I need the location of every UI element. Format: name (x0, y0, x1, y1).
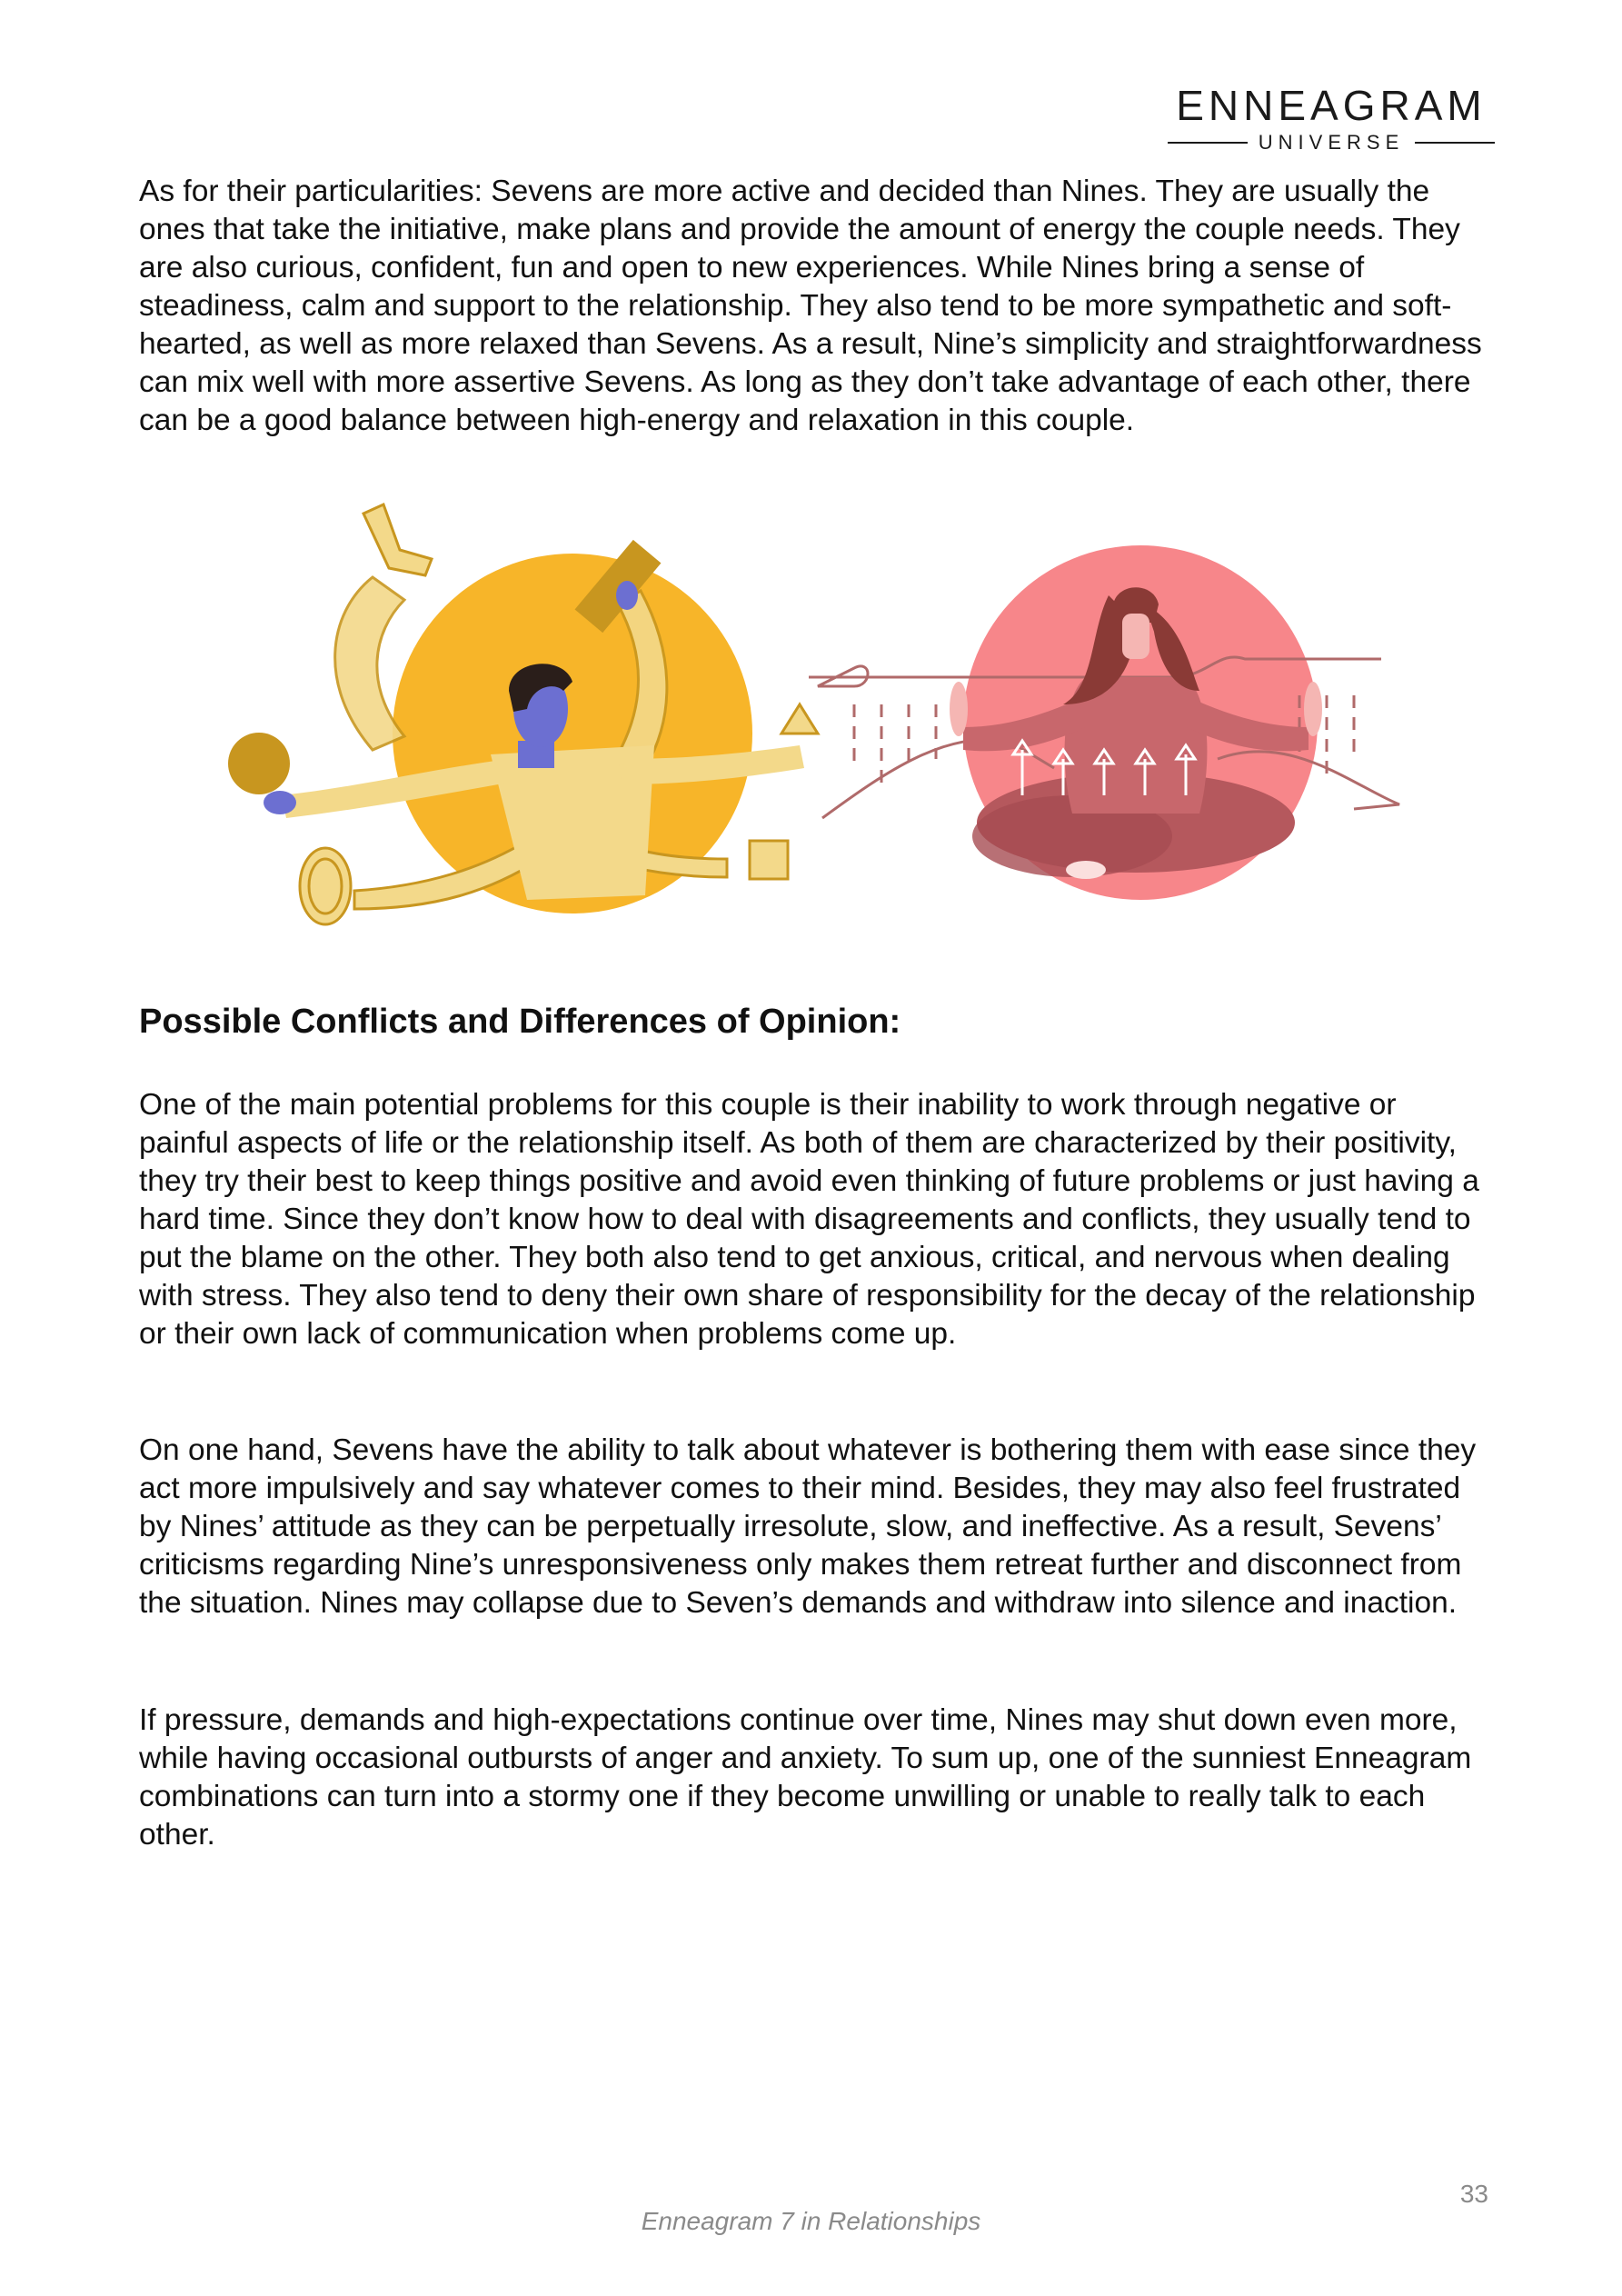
paragraph-pressure-summary: If pressure, demands and high-expectatio… (139, 1703, 1472, 1852)
logo-subtitle-row: UNIVERSE (1168, 131, 1496, 155)
page-number: 33 (1459, 2180, 1488, 2208)
paragraph-main-problems: One of the main potential problems for t… (139, 1088, 1479, 1351)
nine-figure-illustration (809, 545, 1400, 900)
logo-subtitle: UNIVERSE (1258, 131, 1405, 154)
logo-divider-left (1168, 142, 1248, 144)
section-heading-conflicts: Possible Conflicts and Differences of Op… (139, 1003, 901, 1041)
couple-illustration (228, 502, 1400, 926)
brand-logo: ENNEAGRAM UNIVERSE (1168, 82, 1496, 155)
paragraph-particularities: As for their particularities: Sevens are… (139, 175, 1482, 437)
logo-divider-right (1415, 142, 1496, 144)
footer-title: Enneagram 7 in Relationships (641, 2207, 981, 2235)
seven-figure-illustration (228, 502, 821, 926)
paragraph-sevens-frustration: On one hand, Sevens have the ability to … (139, 1433, 1477, 1620)
logo-title: ENNEAGRAM (1176, 82, 1487, 129)
